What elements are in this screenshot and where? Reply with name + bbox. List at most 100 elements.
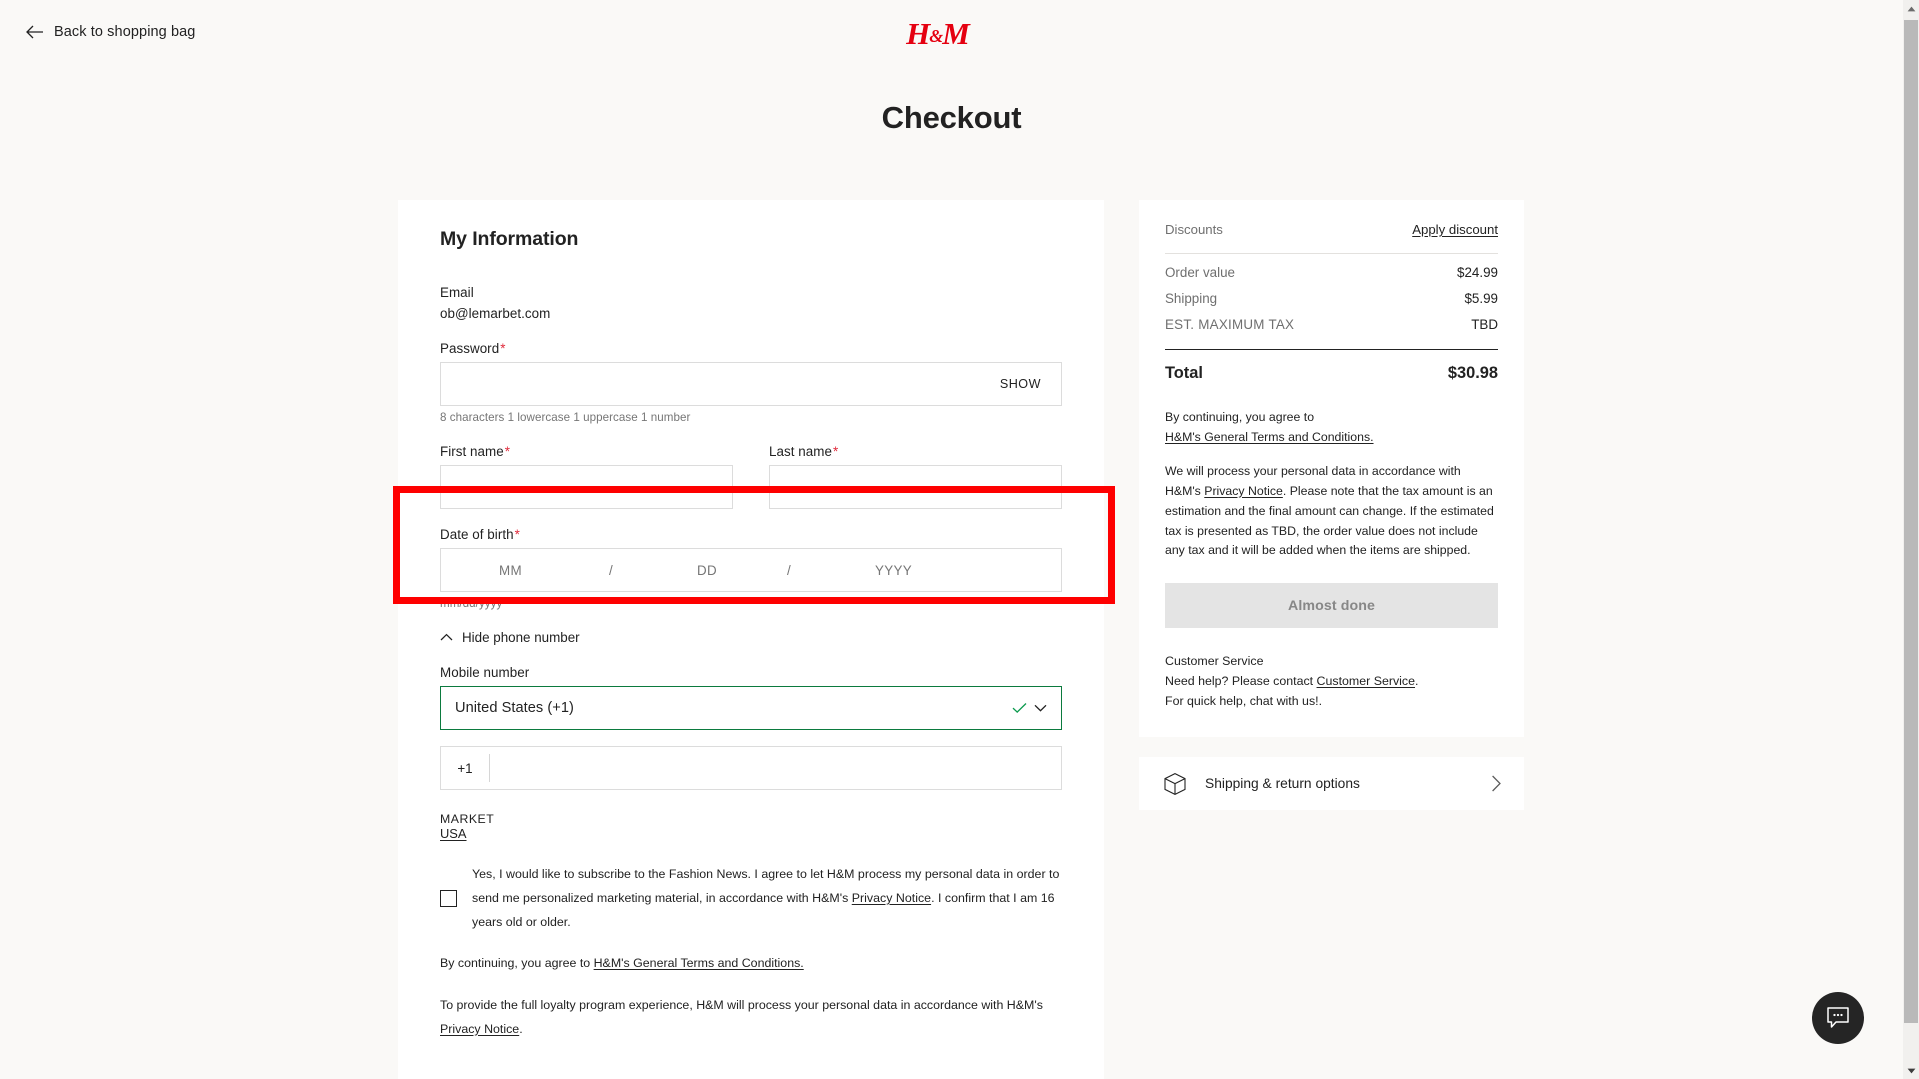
password-input[interactable]: SHOW: [440, 362, 1062, 406]
name-row: First name* Last name*: [440, 444, 1062, 509]
date-of-birth-label-text: Date of birth: [440, 527, 514, 542]
side-terms-prefix: By continuing, you agree to: [1165, 410, 1315, 424]
side-privacy-suffix: .: [1282, 483, 1287, 498]
date-of-birth-label: Date of birth*: [440, 527, 1062, 542]
mobile-number-label: Mobile number: [440, 665, 530, 680]
side-privacy-link[interactable]: Privacy Notice: [1204, 484, 1283, 498]
consent-privacy-notice-link[interactable]: Privacy Notice: [852, 891, 931, 905]
total-row: Total $30.98: [1165, 364, 1498, 383]
scrollbar-thumb[interactable]: [1904, 20, 1918, 1023]
summary-row-shipping: Shipping $5.99: [1165, 291, 1498, 306]
last-name-block: Last name*: [769, 444, 1062, 509]
total-value: $30.98: [1447, 364, 1498, 382]
chevron-up-icon: [440, 633, 453, 641]
chevron-down-icon[interactable]: [1034, 704, 1047, 713]
date-of-birth-format-hint: mm/dd/yyyy: [440, 597, 503, 610]
page-scrollbar[interactable]: [1903, 0, 1919, 1079]
side-terms-link[interactable]: H&M's General Terms and Conditions.: [1165, 430, 1374, 444]
order-summary-column: Discounts Apply discount Order value $24…: [1139, 200, 1524, 811]
fashion-news-checkbox[interactable]: [440, 890, 457, 908]
country-code-select[interactable]: United States (+1): [440, 686, 1062, 730]
customer-service-link[interactable]: Customer Service: [1317, 674, 1415, 688]
first-name-required-mark: *: [504, 444, 511, 459]
scrollbar-arrow-up[interactable]: [1903, 0, 1919, 17]
email-label: Email: [440, 285, 474, 300]
discounts-label: Discounts: [1165, 222, 1223, 237]
customer-service-title: Customer Service: [1165, 654, 1264, 669]
phone-number-row[interactable]: +1: [440, 746, 1062, 790]
page-title: Checkout: [881, 100, 1022, 135]
market-value-link[interactable]: USA: [440, 826, 1062, 841]
first-name-block: First name*: [440, 444, 733, 509]
hide-phone-number-label: Hide phone number: [462, 630, 580, 645]
phone-number-input[interactable]: [490, 747, 1061, 789]
first-name-label: First name*: [440, 444, 733, 459]
mobile-number-block: Mobile number United States (+1) +1: [440, 665, 1062, 790]
check-icon: [1012, 703, 1027, 714]
loyalty-privacy-notice-link[interactable]: Privacy Notice: [440, 1022, 519, 1036]
email-block: Email ob@lemarbet.com: [440, 285, 1062, 321]
triangle-down-icon: [1907, 1068, 1915, 1073]
my-information-card: My Information Email ob@lemarbet.com Pas…: [398, 200, 1104, 1079]
summary-row-order-value: Order value $24.99: [1165, 265, 1498, 280]
loyalty-suffix: .: [519, 1021, 523, 1036]
hm-logo[interactable]: H&M: [906, 16, 970, 51]
cs-prefix: Need help? Please contact: [1165, 673, 1317, 688]
password-label-text: Password: [440, 341, 500, 356]
checkout-page: Back to shopping bag H&M Checkout My Inf…: [0, 0, 1919, 1079]
shipping-return-options-label: Shipping & return options: [1205, 776, 1360, 792]
back-link-label: Back to shopping bag: [54, 24, 196, 40]
market-block: MARKET USA: [440, 812, 1062, 841]
terms-and-conditions-link[interactable]: H&M's General Terms and Conditions.: [594, 956, 804, 970]
customer-service-block: Customer Service Need help? Please conta…: [1165, 652, 1498, 711]
dob-separator-2: /: [787, 562, 792, 578]
hm-logo-text: H&M: [906, 16, 970, 51]
hide-phone-number-toggle[interactable]: Hide phone number: [440, 630, 1062, 645]
dob-separator-1: /: [609, 562, 614, 578]
last-name-input[interactable]: [769, 465, 1062, 509]
password-block: Password* SHOW 8 characters 1 lowercase …: [440, 341, 1062, 424]
country-code-value: United States (+1): [455, 700, 574, 716]
dob-day-placeholder[interactable]: DD: [697, 563, 787, 578]
back-to-shopping-bag-link[interactable]: Back to shopping bag: [26, 24, 195, 40]
dob-year-placeholder[interactable]: YYYY: [875, 563, 965, 578]
order-summary-card: Discounts Apply discount Order value $24…: [1139, 200, 1524, 738]
summary-label: Order value: [1165, 265, 1235, 280]
loyalty-prefix: To provide the full loyalty program expe…: [440, 998, 1043, 1012]
terms-prefix: By continuing, you agree to: [440, 956, 594, 971]
last-name-label: Last name*: [769, 444, 1062, 459]
chat-bubble-icon: [1827, 1007, 1849, 1028]
package-box-icon: [1164, 772, 1186, 795]
first-name-input[interactable]: [440, 465, 733, 509]
summary-value: $24.99: [1457, 265, 1498, 280]
date-of-birth-input[interactable]: MM / DD / YYYY: [440, 548, 1062, 592]
almost-done-button[interactable]: Almost done: [1165, 583, 1498, 629]
scrollbar-arrow-down[interactable]: [1903, 1062, 1919, 1079]
chat-widget-button[interactable]: [1812, 992, 1864, 1044]
password-label: Password*: [440, 341, 1062, 356]
arrow-left-icon: [26, 25, 43, 39]
loyalty-paragraph: To provide the full loyalty program expe…: [440, 994, 1062, 1041]
dob-month-placeholder[interactable]: MM: [499, 563, 609, 578]
summary-label: Shipping: [1165, 291, 1218, 306]
password-required-mark: *: [500, 341, 506, 356]
summary-value: TBD: [1471, 317, 1498, 332]
summary-label: EST. MAXIMUM TAX: [1165, 317, 1295, 332]
apply-discount-link[interactable]: Apply discount: [1412, 222, 1498, 237]
fashion-news-consent-text: Yes, I would like to subscribe to the Fa…: [472, 863, 1062, 934]
total-divider: [1165, 349, 1498, 350]
select-icons: [1012, 703, 1047, 714]
first-name-label-text: First name: [440, 444, 504, 459]
side-privacy-paragraph: We will process your personal data in ac…: [1165, 462, 1498, 562]
chevron-right-icon: [1492, 775, 1501, 792]
last-name-required-mark: *: [832, 444, 839, 459]
summary-value: $5.99: [1464, 291, 1498, 306]
cs-suffix: .: [1415, 673, 1419, 688]
show-password-button[interactable]: SHOW: [1000, 377, 1041, 391]
email-value: ob@lemarbet.com: [440, 306, 551, 321]
shipping-return-options-row[interactable]: Shipping & return options: [1139, 757, 1524, 811]
summary-row-tax: EST. MAXIMUM TAX TBD: [1165, 317, 1498, 332]
date-of-birth-required-mark: *: [514, 527, 520, 542]
password-hint: 8 characters 1 lowercase 1 uppercase 1 n…: [440, 411, 691, 424]
phone-dial-prefix: +1: [457, 760, 473, 776]
